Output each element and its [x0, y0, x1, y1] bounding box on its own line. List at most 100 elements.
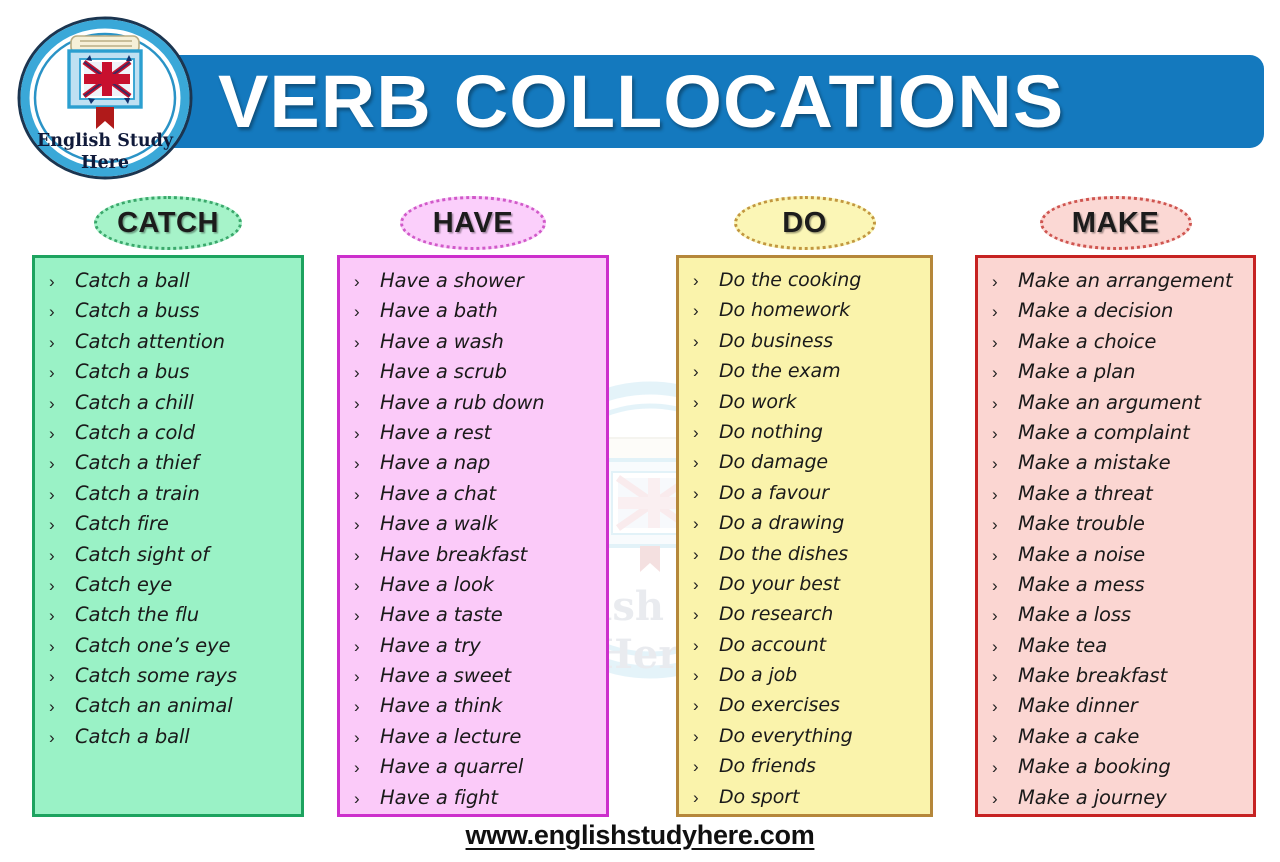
- chevron-right-icon: ›: [49, 393, 55, 413]
- list-item: › Catch a thief: [35, 451, 301, 481]
- collocation-text: Do the cooking: [719, 269, 862, 291]
- chevron-right-icon: ›: [693, 331, 699, 351]
- collocation-text: Have a sweet: [380, 664, 512, 688]
- chevron-right-icon: ›: [354, 393, 360, 413]
- column-header-catch: CATCH: [94, 196, 242, 250]
- list-item: › Do research: [679, 603, 930, 633]
- collocation-text: Make breakfast: [1018, 664, 1168, 688]
- collocation-text: Make a mistake: [1018, 451, 1171, 475]
- list-item: › Catch a ball: [35, 725, 301, 755]
- chevron-right-icon: ›: [354, 758, 360, 778]
- chevron-right-icon: ›: [49, 545, 55, 565]
- list-item: › Have a taste: [340, 603, 606, 633]
- list-item: › Do the cooking: [679, 269, 930, 299]
- column-label: MAKE: [1071, 206, 1160, 239]
- collocation-columns: CATCH › Catch a ball › Catch a buss › Catch a…: [0, 196, 1280, 818]
- chevron-right-icon: ›: [693, 422, 699, 442]
- chevron-right-icon: ›: [992, 363, 998, 383]
- chevron-right-icon: ›: [693, 574, 699, 594]
- chevron-right-icon: ›: [992, 515, 998, 535]
- chevron-right-icon: ›: [992, 788, 998, 808]
- collocation-text: Have a scrub: [380, 360, 507, 384]
- list-item: › Do a drawing: [679, 512, 930, 542]
- collocation-text: Have a nap: [380, 451, 491, 475]
- collocation-text: Make an argument: [1018, 390, 1201, 414]
- list-item: › Make a mistake: [978, 451, 1253, 481]
- collocation-text: Do account: [719, 633, 826, 656]
- list-item: › Have a look: [340, 573, 606, 603]
- chevron-right-icon: ›: [693, 787, 699, 807]
- chevron-right-icon: ›: [693, 635, 699, 655]
- collocation-text: Have a walk: [380, 512, 499, 536]
- list-item: › Catch the flu: [35, 603, 301, 633]
- collocation-list-do: › Do the cooking › Do homework › Do business ›…: [676, 255, 933, 817]
- chevron-right-icon: ›: [693, 271, 699, 290]
- collocation-text: Make trouble: [1018, 512, 1145, 536]
- collocation-text: Make a cake: [1018, 724, 1140, 748]
- collocation-text: Do nothing: [719, 420, 823, 443]
- collocation-text: Catch sight of: [75, 542, 210, 566]
- collocation-text: Catch a buss: [75, 299, 200, 323]
- collocation-text: Catch a ball: [75, 269, 190, 292]
- chevron-right-icon: ›: [49, 363, 55, 383]
- column-header-have: HAVE: [400, 196, 546, 250]
- list-item: › Make an arrangement: [978, 269, 1253, 299]
- collocation-text: Do a job: [719, 664, 798, 687]
- chevron-right-icon: ›: [49, 697, 55, 717]
- collocation-text: Catch one’s eye: [75, 633, 231, 657]
- list-item: › Do a job: [679, 664, 930, 694]
- chevron-right-icon: ›: [992, 393, 998, 413]
- list-item: › Do your best: [679, 573, 930, 603]
- column-label: DO: [782, 206, 827, 239]
- chevron-right-icon: ›: [354, 545, 360, 565]
- website-url[interactable]: www.englishstudyhere.com: [466, 820, 815, 850]
- collocation-text: Do a drawing: [719, 512, 845, 535]
- list-item: › Catch an animal: [35, 694, 301, 724]
- column-have: HAVE › Have a shower › Have a bath › Have a w…: [337, 196, 609, 818]
- list-item: › Have a think: [340, 694, 606, 724]
- list-item: › Catch attention: [35, 330, 301, 360]
- list-item: › Make tea: [978, 634, 1253, 664]
- list-item: › Do everything: [679, 725, 930, 755]
- list-item: › Have a walk: [340, 512, 606, 542]
- list-item: › Have a rest: [340, 421, 606, 451]
- chevron-right-icon: ›: [49, 484, 55, 504]
- collocation-text: Catch a bus: [75, 360, 190, 384]
- collocation-text: Make a noise: [1018, 542, 1146, 566]
- chevron-right-icon: ›: [354, 363, 360, 383]
- collocation-text: Have a taste: [380, 603, 503, 627]
- list-item: › Do homework: [679, 299, 930, 329]
- collocation-text: Have a try: [380, 633, 481, 657]
- chevron-right-icon: ›: [693, 757, 699, 777]
- svg-text:English Study: English Study: [37, 131, 174, 151]
- list-item: › Do exercises: [679, 694, 930, 724]
- list-item: › Make a complaint: [978, 421, 1253, 451]
- chevron-right-icon: ›: [354, 484, 360, 504]
- collocation-text: Have a shower: [380, 269, 524, 292]
- list-item: › Have a chat: [340, 482, 606, 512]
- chevron-right-icon: ›: [693, 666, 699, 686]
- list-item: › Make an argument: [978, 391, 1253, 421]
- list-item: › Catch a ball: [35, 269, 301, 299]
- chevron-right-icon: ›: [693, 392, 699, 412]
- list-item: › Do the exam: [679, 360, 930, 390]
- chevron-right-icon: ›: [354, 272, 360, 291]
- chevron-right-icon: ›: [992, 545, 998, 565]
- collocation-text: Make a complaint: [1018, 420, 1190, 444]
- chevron-right-icon: ›: [49, 332, 55, 352]
- chevron-right-icon: ›: [693, 696, 699, 716]
- chevron-right-icon: ›: [693, 362, 699, 382]
- list-item: › Make a plan: [978, 360, 1253, 390]
- collocation-text: Make a loss: [1018, 603, 1131, 627]
- title-banner: VERB COLLOCATIONS: [152, 55, 1264, 148]
- collocation-text: Have a chat: [380, 481, 497, 505]
- chevron-right-icon: ›: [992, 454, 998, 474]
- chevron-right-icon: ›: [354, 727, 360, 747]
- list-item: › Make a cake: [978, 725, 1253, 755]
- column-label: CATCH: [117, 206, 219, 239]
- list-item: › Catch a train: [35, 482, 301, 512]
- list-item: › Have a rub down: [340, 391, 606, 421]
- page-header: English Study Here VERB COLLOCATIONS: [0, 0, 1280, 196]
- chevron-right-icon: ›: [693, 301, 699, 321]
- chevron-right-icon: ›: [992, 758, 998, 778]
